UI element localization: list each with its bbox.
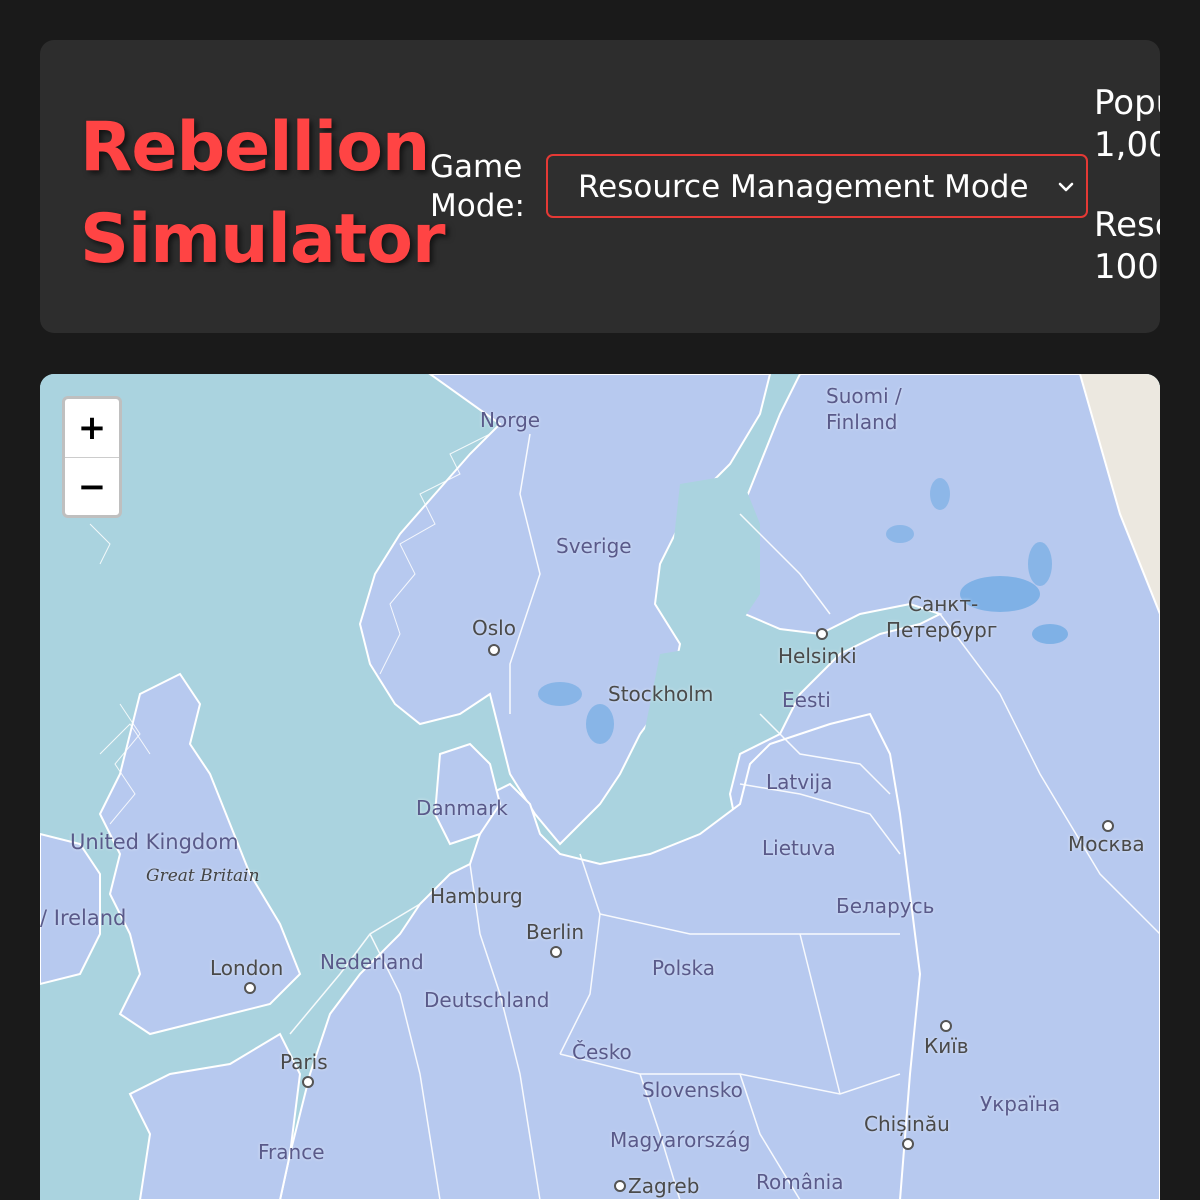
map-label-eesti: Eesti bbox=[782, 688, 831, 712]
city-dot-helsinki bbox=[816, 628, 828, 640]
population-stat: Popula 1,000,0 bbox=[1094, 82, 1160, 166]
map-label-lietuva: Lietuva bbox=[762, 836, 836, 860]
map-label-oslo: Oslo bbox=[472, 616, 516, 640]
map-label-norge: Norge bbox=[480, 408, 541, 432]
city-dot-paris bbox=[302, 1076, 314, 1088]
map-label-paris: Paris bbox=[280, 1050, 328, 1074]
map-label-cesko: Česko bbox=[572, 1040, 632, 1064]
app-title-line1: Rebellion bbox=[80, 108, 430, 187]
map-label-hamburg: Hamburg bbox=[430, 884, 523, 908]
map-label-helsinki: Helsinki bbox=[778, 644, 857, 668]
city-dot-kyiv bbox=[940, 1020, 952, 1032]
map-label-chisinau: Chișinău bbox=[864, 1112, 950, 1136]
city-dot-london bbox=[244, 982, 256, 994]
header-panel: Rebellion Simulator Game Mode: Resource … bbox=[40, 40, 1160, 333]
city-dot-moskva bbox=[1102, 820, 1114, 832]
map-label-peterburg: Петербург bbox=[886, 618, 998, 642]
city-dot-oslo bbox=[488, 644, 500, 656]
zoom-control: + − bbox=[62, 396, 122, 518]
resources-stat: Resou 100 bbox=[1094, 204, 1160, 288]
map-tiles bbox=[40, 374, 1160, 1200]
city-dot-zagreb bbox=[614, 1180, 626, 1192]
city-dot-berlin bbox=[550, 946, 562, 958]
map-label-nederland: Nederland bbox=[320, 950, 424, 974]
map-label-ireland: / Ireland bbox=[40, 906, 127, 930]
map-label-romania: România bbox=[756, 1170, 844, 1194]
game-mode-selected-value: Resource Management Mode bbox=[578, 169, 1029, 205]
zoom-out-button[interactable]: − bbox=[65, 457, 119, 515]
chevron-down-icon bbox=[1058, 182, 1074, 192]
population-label: Popula bbox=[1094, 83, 1160, 123]
europe-map[interactable]: + − Norge Suomi / Finland Sverige Oslo S… bbox=[40, 374, 1160, 1200]
map-label-zagreb: Zagreb bbox=[628, 1174, 700, 1198]
population-value: 1,000,0 bbox=[1094, 125, 1160, 165]
map-label-belarus: Беларусь bbox=[836, 894, 935, 918]
map-label-deutschland: Deutschland bbox=[424, 988, 550, 1012]
map-label-suomi: Suomi / bbox=[826, 384, 902, 408]
map-label-magyarorszag: Magyarország bbox=[610, 1128, 751, 1152]
map-label-uk: United Kingdom bbox=[70, 830, 239, 854]
game-mode-label: Game Mode: bbox=[430, 149, 525, 224]
map-label-gb: Great Britain bbox=[146, 866, 260, 886]
map-label-sverige: Sverige bbox=[556, 534, 632, 558]
map-label-danmark: Danmark bbox=[416, 796, 508, 820]
map-label-stockholm: Stockholm bbox=[608, 682, 714, 706]
resources-value: 100 bbox=[1094, 247, 1159, 287]
zoom-in-button[interactable]: + bbox=[65, 399, 119, 457]
resources-label: Resou bbox=[1094, 205, 1160, 245]
map-label-polska: Polska bbox=[652, 956, 716, 980]
map-label-berlin: Berlin bbox=[526, 920, 585, 944]
map-label-france: France bbox=[258, 1140, 325, 1164]
map-label-moskva: Москва bbox=[1068, 832, 1145, 856]
map-label-sankt: Санкт- bbox=[908, 592, 979, 616]
app-title-line2: Simulator bbox=[80, 200, 446, 279]
map-label-finland: Finland bbox=[826, 410, 898, 434]
city-dot-chisinau bbox=[902, 1138, 914, 1150]
map-label-london: London bbox=[210, 956, 284, 980]
map-label-kyiv: Київ bbox=[924, 1034, 969, 1058]
stats-panel: Popula 1,000,0 Resou 100 bbox=[1094, 82, 1160, 326]
map-label-latvija: Latvija bbox=[766, 770, 833, 794]
map-label-ukraina: Україна bbox=[980, 1092, 1061, 1116]
game-mode-select[interactable]: Resource Management Mode bbox=[546, 154, 1088, 218]
map-label-slovensko: Slovensko bbox=[642, 1078, 743, 1102]
app-title: Rebellion Simulator bbox=[80, 102, 446, 286]
